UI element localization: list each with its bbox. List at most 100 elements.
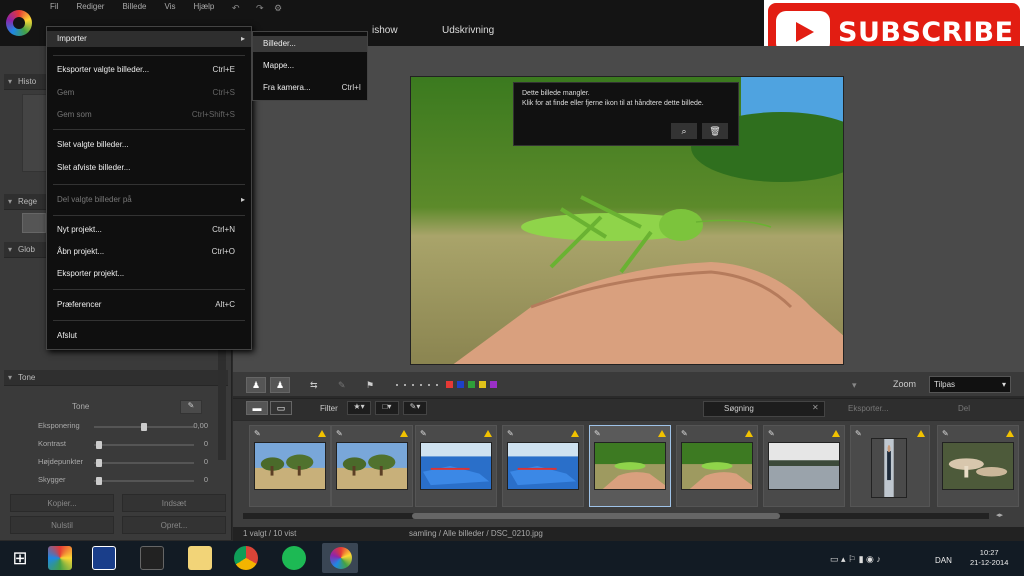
color-label-swatch[interactable] xyxy=(490,381,497,388)
system-clock[interactable]: 10:27 21-12-2014 xyxy=(970,548,1008,568)
warning-icon[interactable] xyxy=(658,430,666,437)
media-app-icon[interactable] xyxy=(140,546,164,570)
settings-gear-icon[interactable]: ⚙ xyxy=(274,3,284,13)
people-icon[interactable]: ♟ xyxy=(270,377,290,393)
copy-button[interactable]: Kopier... xyxy=(10,494,114,512)
hp-app-icon[interactable] xyxy=(92,546,116,570)
rating-dot[interactable] xyxy=(404,384,406,386)
scroll-arrows-icon[interactable]: ◂▸ xyxy=(996,511,1003,519)
slider-handle[interactable] xyxy=(96,459,102,467)
menu-help[interactable]: Hjælp xyxy=(191,2,216,16)
menu-export-project[interactable]: Eksporter projekt... xyxy=(47,266,251,282)
zoom-select[interactable]: Tilpas ▾ xyxy=(929,376,1011,393)
rating-dot[interactable] xyxy=(396,384,398,386)
filmstrip-thumbnail[interactable]: ✎ xyxy=(937,425,1019,507)
sort-icon[interactable]: ▾ xyxy=(852,380,857,391)
slider-track[interactable] xyxy=(94,477,194,485)
grid-view-icon[interactable]: ▬ xyxy=(246,401,268,415)
slider-handle[interactable] xyxy=(96,441,102,449)
menu-delete-rejected[interactable]: Slet afviste billeder... xyxy=(47,160,251,176)
language-indicator[interactable]: DAN xyxy=(935,556,952,565)
search-input[interactable]: Søgning xyxy=(703,401,825,417)
rating-dot[interactable] xyxy=(428,384,430,386)
filmstrip-thumbnail[interactable]: ✎ xyxy=(589,425,671,507)
filmstrip-scroll-thumb[interactable] xyxy=(412,513,780,519)
filmstrip-thumbnail[interactable]: ✎ xyxy=(850,425,930,507)
color-label-swatch[interactable] xyxy=(468,381,475,388)
menu-view[interactable]: Vis xyxy=(162,2,177,16)
submenu-from-camera[interactable]: Fra kamera... Ctrl+I xyxy=(253,80,367,96)
edit-pen-icon[interactable]: ✎ xyxy=(338,380,346,391)
menu-new-project[interactable]: Nyt projekt... Ctrl+N xyxy=(47,222,251,238)
photos-app-icon[interactable] xyxy=(48,546,72,570)
rating-filter-icon[interactable]: ★▾ xyxy=(347,401,371,415)
slider-handle[interactable] xyxy=(96,477,102,485)
filmstrip-thumbnail[interactable]: ✎ xyxy=(249,425,331,507)
menu-import[interactable]: Importer ▸ xyxy=(47,31,251,47)
chrome-icon[interactable] xyxy=(234,546,258,570)
color-label-swatch[interactable] xyxy=(457,381,464,388)
menu-file[interactable]: Fil xyxy=(48,2,60,16)
menu-quit[interactable]: Afslut xyxy=(47,328,251,344)
warning-icon[interactable] xyxy=(745,430,753,437)
undo-icon[interactable]: ↶ xyxy=(232,3,242,13)
spotify-icon[interactable] xyxy=(282,546,306,570)
windows-start-icon[interactable]: ⊞ xyxy=(8,546,32,570)
list-view-icon[interactable]: ▭ xyxy=(270,401,292,415)
flag-icon[interactable]: ⚑ xyxy=(366,380,374,391)
filmstrip-thumbnail[interactable]: ✎ xyxy=(763,425,845,507)
region-tool-button[interactable] xyxy=(22,213,46,233)
filmstrip-thumbnail[interactable]: ✎ xyxy=(415,425,497,507)
rating-dot[interactable] xyxy=(420,384,422,386)
remove-trash-icon[interactable]: 🗑 xyxy=(702,123,728,139)
filmstrip-thumbnail[interactable]: ✎ xyxy=(331,425,413,507)
menu-open-project[interactable]: Åbn projekt... Ctrl+O xyxy=(47,244,251,260)
app-logo-icon[interactable] xyxy=(6,10,32,36)
rating-dot[interactable] xyxy=(436,384,438,386)
locate-search-icon[interactable]: ⌕ xyxy=(671,123,697,139)
menu-save[interactable]: Gem Ctrl+S xyxy=(47,85,251,101)
slider-track[interactable] xyxy=(94,459,194,467)
warning-icon[interactable] xyxy=(571,430,579,437)
filmstrip-thumbnail[interactable]: ✎ xyxy=(676,425,758,507)
menu-save-as[interactable]: Gem som Ctrl+Shift+S xyxy=(47,107,251,123)
color-filter-icon[interactable]: □▾ xyxy=(375,401,399,415)
menu-preferences[interactable]: Præferencer Alt+C xyxy=(47,297,251,313)
filmstrip-thumbnail[interactable]: ✎ xyxy=(502,425,584,507)
menu-image[interactable]: Billede xyxy=(120,2,148,16)
tab-print[interactable]: Udskrivning xyxy=(442,25,494,36)
submenu-images[interactable]: Billeder... xyxy=(253,36,367,52)
share-button[interactable]: Del xyxy=(958,404,970,413)
warning-icon[interactable] xyxy=(832,430,840,437)
rating-dot[interactable] xyxy=(412,384,414,386)
reset-button[interactable]: Nulstil xyxy=(10,516,114,534)
menu-delete-selected[interactable]: Slet valgte billeder... xyxy=(47,137,251,153)
color-label-swatch[interactable] xyxy=(479,381,486,388)
warning-icon[interactable] xyxy=(318,430,326,437)
menu-export-selected[interactable]: Eksporter valgte billeder... Ctrl+E xyxy=(47,62,251,78)
slider-track[interactable] xyxy=(94,441,194,449)
warning-icon[interactable] xyxy=(484,430,492,437)
warning-icon[interactable] xyxy=(400,430,408,437)
slider-handle[interactable] xyxy=(141,423,147,431)
redo-icon[interactable]: ↷ xyxy=(256,3,266,13)
compare-icon[interactable]: ⇆ xyxy=(310,380,318,391)
slider-track[interactable] xyxy=(94,423,194,431)
menu-share-selected[interactable]: Del valgte billeder på ▸ xyxy=(47,192,251,208)
menu-edit[interactable]: Rediger xyxy=(74,2,106,16)
clear-search-icon[interactable]: ✕ xyxy=(812,403,819,412)
create-preset-button[interactable]: Opret... xyxy=(122,516,226,534)
tab-slideshow[interactable]: ishow xyxy=(372,25,398,36)
section-tone[interactable]: Tone xyxy=(4,370,228,386)
export-button[interactable]: Eksporter... xyxy=(848,404,888,413)
paste-button[interactable]: Indsæt xyxy=(122,494,226,512)
tray-icons[interactable]: ▭ ▴ ⚐ ▮ ◉ ♪ xyxy=(830,554,881,565)
file-explorer-icon[interactable] xyxy=(188,546,212,570)
eyedropper-icon[interactable]: ✎ xyxy=(180,400,202,414)
warning-icon[interactable] xyxy=(917,430,925,437)
edit-filter-icon[interactable]: ✎▾ xyxy=(403,401,427,415)
warning-icon[interactable] xyxy=(1006,430,1014,437)
submenu-folder[interactable]: Mappe... xyxy=(253,58,367,74)
color-label-swatch[interactable] xyxy=(446,381,453,388)
single-person-icon[interactable]: ♟ xyxy=(246,377,266,393)
